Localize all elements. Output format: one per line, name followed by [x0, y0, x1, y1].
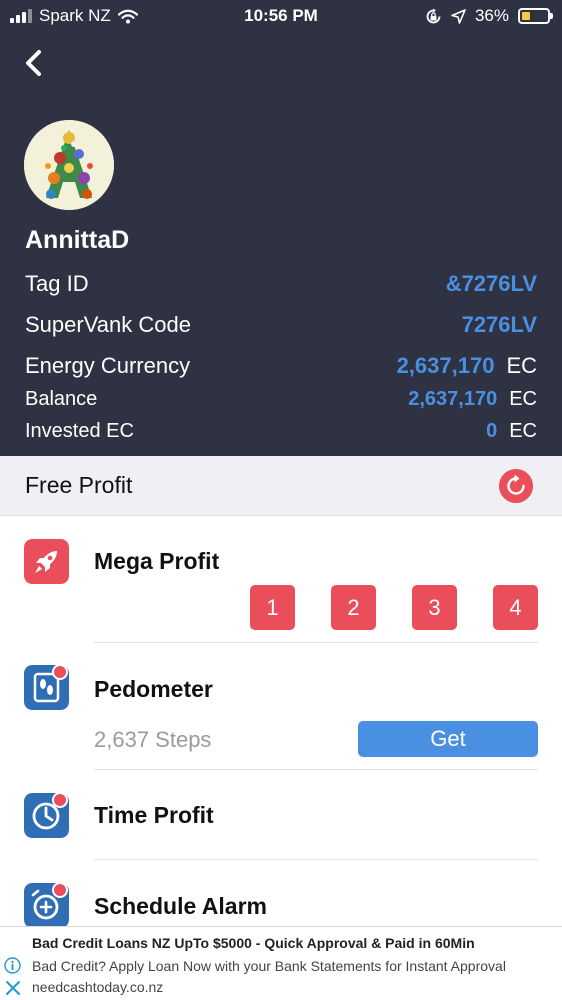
ad-url[interactable]: needcashtoday.co.nz [32, 979, 163, 995]
free-profit-row[interactable]: Free Profit [0, 456, 562, 516]
pedometer-steps: 2,637 Steps [94, 727, 212, 752]
ad-info-icon[interactable] [4, 957, 21, 974]
rocket-icon [24, 539, 69, 584]
floral-letter-a-avatar-image [24, 120, 114, 210]
time-profit-title: Time Profit [94, 802, 214, 828]
supervank-code-value: 7276LV [461, 312, 537, 337]
tag-id-label: Tag ID [25, 271, 89, 296]
mega-profit-button-3[interactable]: 3 [412, 585, 457, 630]
profile-header: Spark NZ 10:56 PM 36% AnnittaD Tag ID &7… [0, 0, 562, 456]
time-profit-item[interactable]: Time Profit [0, 770, 562, 859]
screen: Spark NZ 10:56 PM 36% AnnittaD Tag ID &7… [0, 0, 562, 1000]
back-chevron-icon[interactable] [20, 46, 50, 80]
username: AnnittaD [25, 226, 130, 254]
free-profit-title: Free Profit [25, 472, 133, 498]
invested-ec-label: Invested EC [25, 420, 134, 442]
avatar[interactable] [24, 120, 114, 210]
energy-currency-value: 2,637,170 [396, 353, 495, 378]
ad-banner[interactable]: Bad Credit Loans NZ UpTo $5000 - Quick A… [0, 926, 562, 1000]
get-steps-button[interactable]: Get [358, 721, 538, 757]
supervank-code-row: SuperVank Code 7276LV [25, 312, 537, 338]
status-bar: Spark NZ 10:56 PM 36% [0, 0, 562, 34]
tag-id-value: &7276LV [445, 271, 537, 296]
invested-ec-row: Invested EC 0 EC [25, 420, 537, 443]
schedule-alarm-title: Schedule Alarm [94, 893, 267, 919]
energy-currency-unit: EC [506, 353, 537, 378]
pedometer-title: Pedometer [94, 676, 213, 702]
ad-text[interactable]: Bad Credit? Apply Loan Now with your Ban… [32, 958, 506, 974]
energy-currency-row: Energy Currency 2,637,170 EC [25, 353, 537, 379]
orientation-lock-icon [426, 8, 441, 23]
balance-unit: EC [509, 388, 537, 410]
status-right: 36% [425, 6, 553, 26]
tag-id-row: Tag ID &7276LV [25, 271, 537, 297]
battery-icon [518, 8, 553, 24]
invested-ec-unit: EC [509, 420, 537, 442]
invested-ec-value: 0 [486, 420, 498, 442]
energy-currency-label: Energy Currency [25, 353, 191, 378]
mega-profit-button-4[interactable]: 4 [493, 585, 538, 630]
ad-close-icon[interactable] [5, 980, 21, 996]
location-arrow-icon [451, 8, 466, 24]
mega-profit-button-1[interactable]: 1 [250, 585, 295, 630]
mega-profit-button-2[interactable]: 2 [331, 585, 376, 630]
battery-percent: 36% [474, 6, 509, 25]
balance-label: Balance [25, 388, 98, 410]
ad-title[interactable]: Bad Credit Loans NZ UpTo $5000 - Quick A… [32, 935, 475, 951]
mega-profit-title: Mega Profit [94, 548, 220, 574]
supervank-code-label: SuperVank Code [25, 312, 191, 337]
schedule-alarm-item[interactable]: Schedule Alarm [0, 860, 562, 928]
balance-value: 2,637,170 [408, 388, 498, 410]
notification-dot [52, 882, 68, 898]
notification-dot [52, 792, 68, 808]
notification-dot [52, 664, 68, 680]
balance-row: Balance 2,637,170 EC [25, 388, 537, 411]
refresh-icon[interactable] [499, 469, 533, 503]
